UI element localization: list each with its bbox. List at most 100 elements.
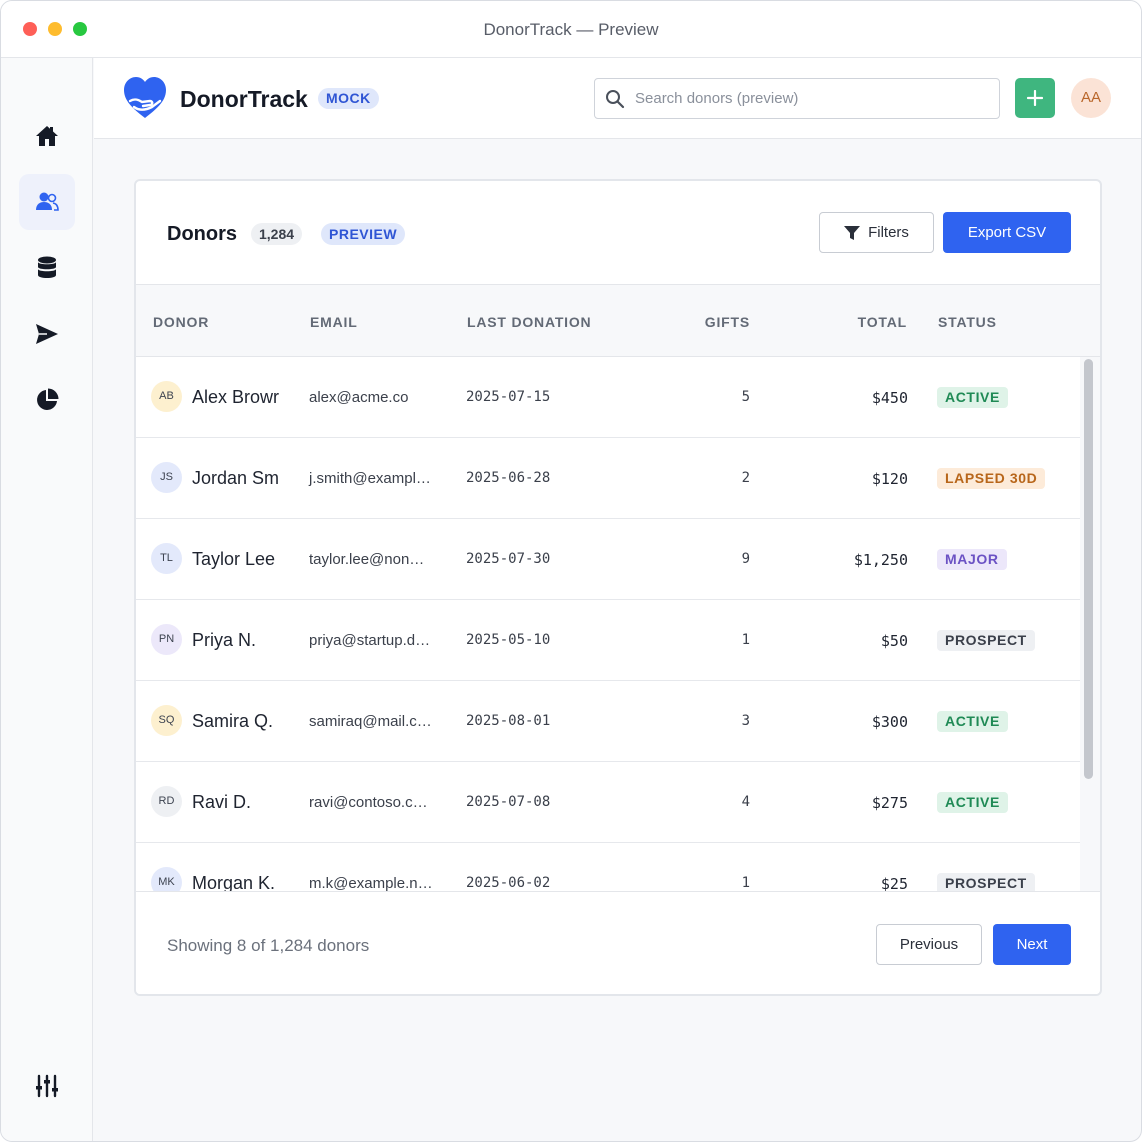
app-window: DonorTrack — Preview DonorTrack MOCK Sea…	[0, 0, 1142, 1142]
table-row[interactable]: MK Morgan K. m.k@example.n… 2025-06-02 1 $25 P…	[136, 843, 1080, 891]
plus-icon	[1027, 90, 1043, 106]
brand-name: DonorTrack	[180, 86, 308, 112]
filter-icon	[844, 225, 861, 240]
status-badge: ACTIVE	[937, 792, 1008, 813]
sidebar-item-home[interactable]	[19, 108, 75, 164]
donor-avatar: MK	[151, 867, 182, 891]
sidebar	[1, 58, 93, 1141]
donor-name[interactable]: Morgan K.	[192, 873, 275, 891]
donor-email: priya@startup.d…	[309, 632, 431, 649]
mock-badge: MOCK	[318, 88, 379, 109]
last-donation-date: 2025-06-02	[466, 875, 551, 891]
status-badge: PROSPECT	[937, 873, 1035, 891]
home-icon	[36, 126, 58, 146]
donor-name[interactable]: Taylor Lee	[192, 549, 275, 570]
table-row[interactable]: RD Ravi D. ravi@contoso.c… 2025-07-08 4 $275 A…	[136, 762, 1080, 843]
column-header-status[interactable]: STATUS	[938, 314, 997, 330]
gift-count: 4	[741, 794, 750, 810]
status-badge: MAJOR	[937, 549, 1007, 570]
search-icon	[606, 90, 625, 109]
scrollbar-thumb[interactable]	[1084, 359, 1093, 779]
add-donor-button[interactable]	[1015, 78, 1055, 118]
card-title: Donors	[167, 223, 237, 245]
donors-card: Donors 1,284 PREVIEW Filters Export CSV …	[134, 179, 1102, 996]
status-badge: PROSPECT	[937, 630, 1035, 651]
gift-count: 5	[741, 389, 750, 405]
search-input[interactable]	[635, 79, 991, 118]
donation-total: $50	[880, 632, 908, 650]
donor-avatar: JS	[151, 462, 182, 493]
card-footer: Showing 8 of 1,284 donors Previous Next	[136, 891, 1100, 994]
donor-name[interactable]: Priya N.	[192, 630, 256, 651]
donor-avatar: TL	[151, 543, 182, 574]
database-icon	[38, 256, 56, 278]
filters-button-label: Filters	[868, 224, 909, 241]
pie-chart-icon	[37, 388, 59, 410]
donation-total: $120	[871, 470, 908, 488]
next-page-button[interactable]: Next	[993, 924, 1071, 965]
column-header-last-donation[interactable]: LAST DONATION	[467, 314, 591, 330]
column-header-gifts[interactable]: GIFTS	[705, 314, 750, 330]
table-row[interactable]: SQ Samira Q. samiraq@mail.c… 2025-08-01 3 $30…	[136, 681, 1080, 762]
card-header: Donors 1,284 PREVIEW Filters Export CSV	[136, 181, 1100, 285]
preview-badge: PREVIEW	[321, 223, 406, 245]
filters-button[interactable]: Filters	[819, 212, 934, 253]
users-icon	[36, 192, 59, 211]
gift-count: 2	[741, 470, 750, 486]
donor-name[interactable]: Alex Browr	[192, 387, 279, 408]
export-csv-button[interactable]: Export CSV	[943, 212, 1071, 253]
status-badge: ACTIVE	[937, 387, 1008, 408]
column-header-donor[interactable]: DONOR	[153, 314, 209, 330]
sliders-icon	[36, 1074, 58, 1098]
donor-email: ravi@contoso.c…	[309, 794, 428, 811]
table-row[interactable]: PN Priya N. priya@startup.d… 2025-05-10 1 $50…	[136, 600, 1080, 681]
donor-email: samiraq@mail.c…	[309, 713, 432, 730]
donation-total: $25	[880, 875, 908, 891]
donor-email: taylor.lee@non…	[309, 551, 425, 568]
sidebar-item-database[interactable]	[19, 240, 75, 296]
previous-page-button[interactable]: Previous	[876, 924, 982, 965]
gift-count: 3	[741, 713, 750, 729]
last-donation-date: 2025-07-30	[466, 551, 551, 567]
top-bar: DonorTrack MOCK AA	[94, 58, 1141, 139]
sidebar-item-settings[interactable]	[19, 1058, 75, 1114]
sidebar-item-donors[interactable]	[19, 174, 75, 230]
table-scrollbar[interactable]	[1080, 357, 1100, 891]
donor-avatar: RD	[151, 786, 182, 817]
title-bar: DonorTrack — Preview	[1, 1, 1141, 58]
donor-email: j.smith@exampl…	[309, 470, 431, 487]
column-header-email[interactable]: EMAIL	[310, 314, 358, 330]
search-box	[594, 78, 1000, 119]
table-row[interactable]: JS Jordan Sm j.smith@exampl… 2025-06-28 2 $12…	[136, 438, 1080, 519]
table-row[interactable]: TL Taylor Lee taylor.lee@non… 2025-07-30 9 $1…	[136, 519, 1080, 600]
donor-email: alex@acme.co	[309, 389, 409, 406]
column-header-total[interactable]: TOTAL	[858, 314, 907, 330]
user-avatar[interactable]: AA	[1071, 78, 1111, 118]
sidebar-item-reports[interactable]	[19, 372, 75, 428]
last-donation-date: 2025-06-28	[466, 470, 551, 486]
sidebar-item-send[interactable]	[19, 306, 75, 362]
status-badge: LAPSED 30D	[937, 468, 1046, 489]
table-body: AB Alex Browr alex@acme.co 2025-07-15 5 $450 A…	[136, 357, 1080, 891]
donor-name[interactable]: Ravi D.	[192, 792, 251, 813]
window-title: DonorTrack — Preview	[483, 20, 659, 39]
last-donation-date: 2025-07-08	[466, 794, 551, 810]
donation-total: $300	[871, 713, 908, 731]
gift-count: 1	[741, 632, 750, 648]
table-row[interactable]: AB Alex Browr alex@acme.co 2025-07-15 5 $450 A…	[136, 357, 1080, 438]
donor-avatar: PN	[151, 624, 182, 655]
donor-name[interactable]: Samira Q.	[192, 711, 273, 732]
last-donation-date: 2025-07-15	[466, 389, 551, 405]
donor-avatar: AB	[151, 381, 182, 412]
gift-count: 9	[741, 551, 750, 567]
donor-name[interactable]: Jordan Sm	[192, 468, 279, 489]
send-icon	[36, 324, 58, 344]
donation-total: $450	[871, 389, 908, 407]
table-header: DONOR EMAIL LAST DONATION GIFTS TOTAL ST…	[136, 285, 1100, 357]
donor-count-badge: 1,284	[251, 223, 303, 245]
status-badge: ACTIVE	[937, 711, 1008, 732]
donation-total: $1,250	[853, 551, 908, 569]
heart-hand-logo-icon	[124, 77, 166, 118]
last-donation-date: 2025-08-01	[466, 713, 551, 729]
last-donation-date: 2025-05-10	[466, 632, 551, 648]
